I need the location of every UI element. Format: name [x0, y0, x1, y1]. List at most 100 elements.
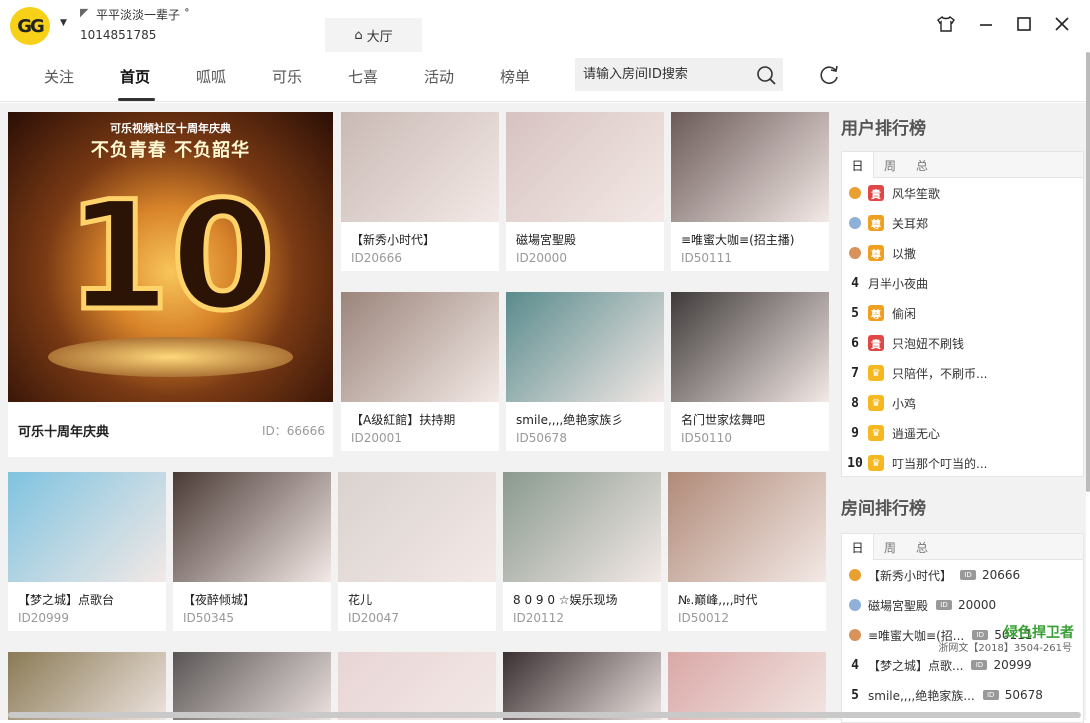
- room-card[interactable]: [503, 652, 661, 720]
- room-id: 50678: [1004, 688, 1043, 702]
- room-id: ID50110: [681, 431, 732, 445]
- user-rank-row[interactable]: 8 ♛ 小鸡: [842, 388, 1083, 418]
- rank-number: 6: [851, 335, 859, 351]
- user-rank-row[interactable]: 10 ♛ 叮当那个叮当的...: [842, 448, 1083, 478]
- room-id: 20666: [982, 568, 1021, 582]
- room-card[interactable]: 【梦之城】点歌台 ID20999: [8, 472, 166, 631]
- tab-hall[interactable]: ⌂ 大厅: [325, 18, 422, 52]
- user-name: 叮当那个叮当的...: [892, 456, 988, 471]
- room-card[interactable]: [338, 652, 496, 720]
- tab-week[interactable]: 周: [874, 152, 906, 178]
- user-rank-panel: 日 周 总 貴风华笙歌尊关耳郑尊以撒 4 月半小夜曲 5 尊偷闲 6 貴只泡妞不刷钱 7 ♛ 只陪…: [841, 151, 1084, 477]
- vip-badge-icon: 貴: [868, 185, 884, 201]
- vip-badge-icon: ♛: [868, 455, 884, 471]
- user-rank-row[interactable]: 6 貴只泡妞不刷钱: [842, 328, 1083, 358]
- room-id: ID20047: [348, 611, 399, 625]
- vertical-scrollbar[interactable]: [1086, 52, 1090, 492]
- refresh-icon[interactable]: [817, 63, 841, 87]
- room-name: smile,,,,绝艳家族...: [868, 688, 975, 703]
- room-card[interactable]: 【A级紅館】扶持期 ID20001: [341, 292, 499, 451]
- rank-number: 8: [851, 395, 859, 411]
- home-icon: ⌂: [354, 27, 363, 43]
- room-card[interactable]: [173, 652, 331, 720]
- room-card[interactable]: [668, 652, 826, 720]
- account-dropdown-icon[interactable]: ▼: [60, 18, 67, 28]
- tab-week[interactable]: 周: [874, 534, 906, 560]
- room-card[interactable]: 【夜醉倾城】 ID50345: [173, 472, 331, 631]
- room-thumbnail: [506, 112, 664, 222]
- medal-icon: [849, 569, 861, 581]
- nav-follow[interactable]: 关注: [44, 66, 74, 87]
- room-card[interactable]: 8 0 9 0 ☆娱乐现场 ID20112: [503, 472, 661, 631]
- room-rank-row[interactable]: 5 smile,,,,绝艳家族... ID 50678: [842, 680, 1083, 710]
- room-card[interactable]: 名门世家炫舞吧 ID50110: [671, 292, 829, 451]
- app-logo[interactable]: GG: [10, 7, 50, 45]
- minimize-icon[interactable]: [974, 12, 998, 36]
- user-id: 1014851785: [80, 28, 157, 42]
- vip-badge-icon: ♛: [868, 395, 884, 411]
- rank-number: 4: [851, 275, 859, 291]
- watermark-license: 浙网文【2018】3504-261号: [938, 643, 1072, 654]
- room-rank-row[interactable]: 磁場宮聖殿 ID 20000: [842, 590, 1083, 620]
- nav-bar: 关注 首页 呱呱 可乐 七喜 活动 榜单: [0, 52, 1090, 102]
- vip-badge-icon: ♛: [868, 425, 884, 441]
- room-card[interactable]: smile,,,,绝艳家族彡 ID50678: [506, 292, 664, 451]
- room-card[interactable]: [8, 652, 166, 720]
- maximize-icon[interactable]: [1012, 12, 1036, 36]
- id-icon: ID: [982, 690, 999, 700]
- room-id: ID50678: [516, 431, 567, 445]
- nav-guagua[interactable]: 呱呱: [196, 66, 226, 87]
- room-thumbnail: [338, 652, 496, 720]
- room-rank-row[interactable]: 4 【梦之城】点歌... ID 20999: [842, 650, 1083, 680]
- tab-hall-label: 大厅: [366, 29, 393, 45]
- signature-icon: ◤: [80, 6, 89, 19]
- banner-top-text: 可乐视频社区十周年庆典: [110, 122, 231, 135]
- nav-kele[interactable]: 可乐: [272, 66, 302, 87]
- featured-room-card[interactable]: 可乐视频社区十周年庆典 不负青春 不负韶华 10 可乐十周年庆典 ID：6666…: [8, 112, 333, 457]
- rank-number: 10: [847, 455, 863, 471]
- tab-day[interactable]: 日: [842, 152, 874, 178]
- nav-ranking[interactable]: 榜单: [500, 66, 530, 87]
- room-rank-row[interactable]: 【新秀小时代】 ID 20666: [842, 560, 1083, 590]
- user-name: 逍遥无心: [892, 426, 941, 441]
- search-input[interactable]: [575, 58, 783, 91]
- user-rank-row[interactable]: 5 尊偷闲: [842, 298, 1083, 328]
- room-thumbnail: [503, 472, 661, 582]
- user-rank-row[interactable]: 貴风华笙歌: [842, 178, 1083, 208]
- nav-activity[interactable]: 活动: [424, 66, 454, 87]
- horizontal-scrollbar[interactable]: [8, 712, 1081, 718]
- user-name: 以撒: [892, 246, 917, 261]
- close-icon[interactable]: [1050, 12, 1074, 36]
- rank-number: 4: [851, 657, 859, 673]
- room-card[interactable]: №.巅峰,,,,时代 ID50012: [668, 472, 826, 631]
- tab-day[interactable]: 日: [842, 534, 874, 560]
- room-title: №.巅峰,,,,时代: [678, 593, 758, 607]
- nav-home[interactable]: 首页: [120, 66, 150, 87]
- user-rank-row[interactable]: 4 月半小夜曲: [842, 268, 1083, 298]
- room-grid: 可乐视频社区十周年庆典 不负青春 不负韶华 10 可乐十周年庆典 ID：6666…: [0, 103, 838, 720]
- room-id: ID50111: [681, 251, 732, 265]
- user-rank-row[interactable]: 尊关耳郑: [842, 208, 1083, 238]
- user-name: 月半小夜曲: [868, 276, 929, 291]
- user-rank-row[interactable]: 7 ♛ 只陪伴，不刷币...: [842, 358, 1083, 388]
- tab-total[interactable]: 总: [906, 534, 938, 560]
- tab-total[interactable]: 总: [906, 152, 938, 178]
- user-rank-row[interactable]: 9 ♛ 逍遥无心: [842, 418, 1083, 448]
- room-title: 【新秀小时代】: [351, 233, 436, 247]
- room-card[interactable]: 【新秀小时代】 ID20666: [341, 112, 499, 271]
- id-icon: ID: [960, 570, 977, 580]
- room-card[interactable]: 花儿 ID20047: [338, 472, 496, 631]
- room-card[interactable]: ≡唯蜜大咖≡(招主播) ID50111: [671, 112, 829, 271]
- nav-qixi[interactable]: 七喜: [348, 66, 378, 87]
- user-rank-row[interactable]: 尊以撒: [842, 238, 1083, 268]
- room-name: 【梦之城】点歌...: [868, 658, 964, 673]
- medal-icon: [849, 217, 861, 229]
- room-id: ID20000: [516, 251, 567, 265]
- skin-icon[interactable]: [934, 12, 958, 36]
- username[interactable]: 平平淡淡一辈子 ˚: [96, 6, 190, 23]
- ranking-sidebar: 用户排行榜 日 周 总 貴风华笙歌尊关耳郑尊以撒 4 月半小夜曲 5 尊偷闲 6 貴只泡妞不…: [838, 103, 1086, 723]
- room-title: 名门世家炫舞吧: [681, 413, 766, 427]
- room-card[interactable]: 磁場宮聖殿 ID20000: [506, 112, 664, 271]
- search-icon[interactable]: [756, 65, 776, 85]
- nav-active-indicator: [118, 98, 155, 101]
